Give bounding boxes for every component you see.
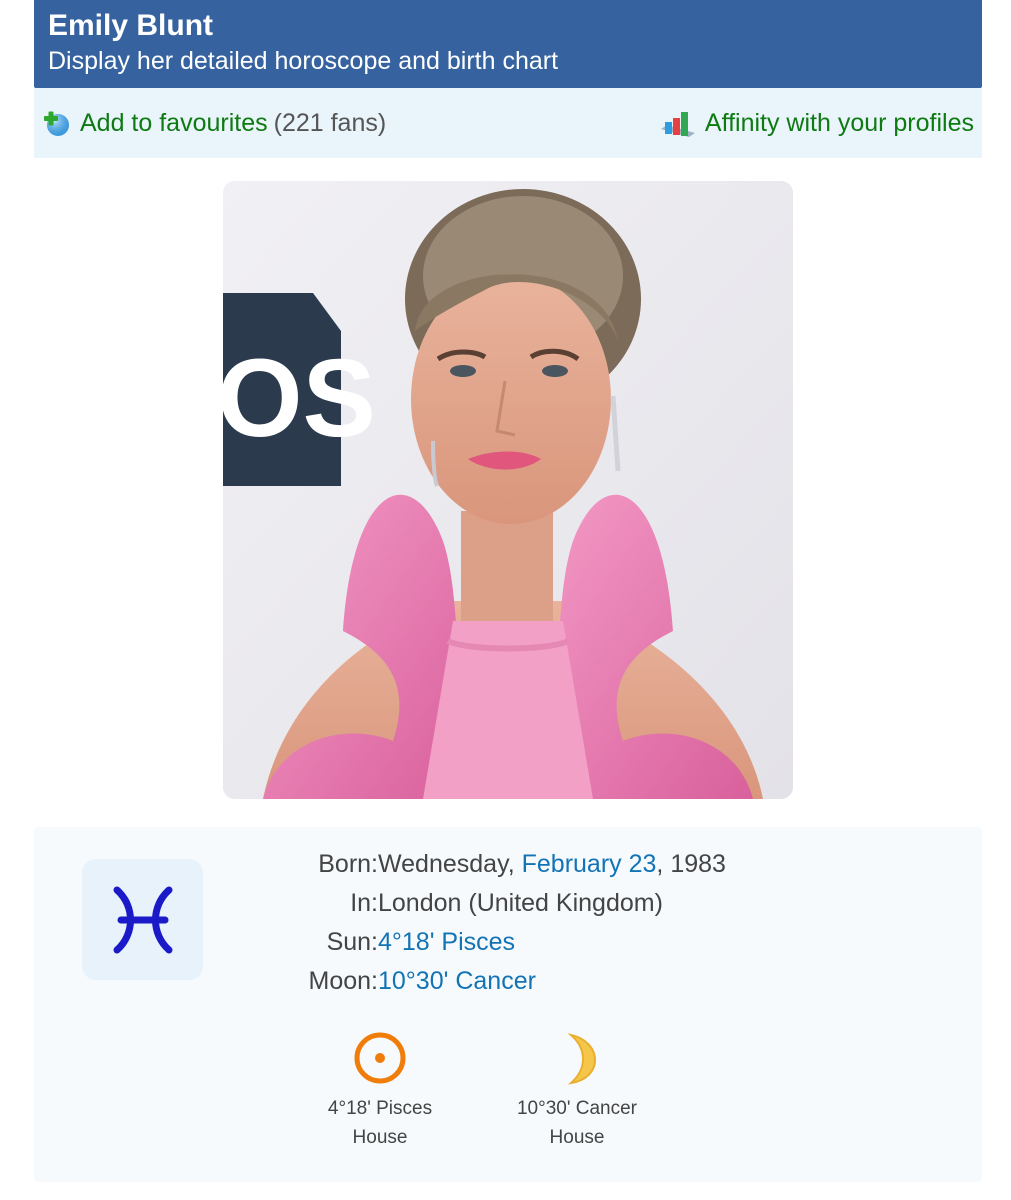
- born-day: Wednesday,: [378, 850, 515, 878]
- add-to-favourites-button[interactable]: Add to favourites (221 fans): [40, 107, 386, 139]
- sun-label: Sun:: [326, 928, 378, 956]
- moon-sign-link[interactable]: 10°30' Cancer: [378, 964, 536, 998]
- birth-details: Born: Wednesday, February 23, 1983 In: L…: [34, 847, 982, 1003]
- celebrity-name[interactable]: Emily Blunt: [48, 8, 968, 44]
- moon-label: Moon:: [308, 967, 378, 995]
- bar-chart-icon: [660, 112, 695, 137]
- born-year: , 1983: [656, 850, 726, 878]
- portrait-illustration: OS: [223, 181, 793, 799]
- sun-position[interactable]: 4°18' Pisces House: [300, 1030, 460, 1152]
- sun-icon: [354, 1032, 406, 1084]
- born-label: Born:: [318, 850, 378, 878]
- fans-count: (221 fans): [273, 108, 387, 137]
- favourites-label: Add to favourites: [80, 108, 268, 137]
- born-date-link[interactable]: February 23: [522, 850, 657, 878]
- add-favourite-icon: [44, 111, 69, 136]
- horoscope-link[interactable]: Display her detailed horoscope and birth…: [48, 44, 968, 78]
- affinity-label: Affinity with your profiles: [704, 108, 974, 137]
- action-bar: Add to favourites (221 fans) Affinity wi…: [34, 88, 982, 158]
- moon-position[interactable]: 10°30' Cancer House: [497, 1030, 657, 1152]
- sun-row: Sun: 4°18' Pisces: [34, 925, 982, 964]
- portrait-photo: OS: [223, 181, 793, 799]
- profile-header: Emily Blunt Display her detailed horosco…: [34, 0, 982, 88]
- birthplace-value: London (United Kingdom): [378, 889, 663, 917]
- birthplace-row: In: London (United Kingdom): [34, 886, 982, 925]
- affinity-button[interactable]: Affinity with your profiles: [659, 107, 974, 139]
- moon-house-text: House: [549, 1127, 605, 1148]
- moon-row: Moon: 10°30' Cancer: [34, 964, 982, 1003]
- moon-position-text: 10°30' Cancer: [516, 1098, 638, 1119]
- in-label: In:: [350, 889, 378, 917]
- backdrop-text: OS: [223, 337, 376, 460]
- sun-sign-link[interactable]: 4°18' Pisces: [378, 925, 515, 959]
- sun-position-text: 4°18' Pisces: [327, 1098, 433, 1119]
- birth-info-panel: Born: Wednesday, February 23, 1983 In: L…: [34, 827, 982, 1182]
- born-value: Wednesday, February 23, 1983: [378, 847, 726, 881]
- moon-icon: [567, 1033, 597, 1085]
- sun-house-text: House: [352, 1127, 408, 1148]
- profile-card: Emily Blunt Display her detailed horosco…: [34, 0, 982, 158]
- born-row: Born: Wednesday, February 23, 1983: [34, 847, 982, 886]
